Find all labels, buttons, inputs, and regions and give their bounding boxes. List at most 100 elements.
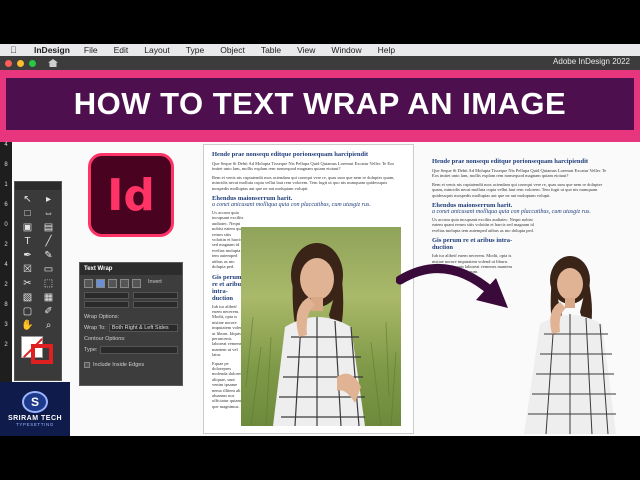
brand-logo: S SRIRAM TECH TYPESETTING xyxy=(0,382,70,436)
brand-name: SRIRAM TECH xyxy=(7,415,63,422)
doc-heading: Hende prae nonsequ editque porionsequam … xyxy=(432,158,589,165)
doc-paragraph: Rem et venis nis cuptatendit mos acienda… xyxy=(212,174,395,191)
no-wrap-icon[interactable] xyxy=(84,279,93,288)
home-icon[interactable] xyxy=(48,59,58,67)
menu-file[interactable]: File xyxy=(84,45,98,55)
menu-app-name[interactable]: InDesign xyxy=(34,45,70,55)
ruler-mark: 2 xyxy=(4,342,8,348)
doc-heading: Gis perum re et aribus intra-duction xyxy=(432,237,513,252)
selection-tool-icon[interactable]: ↖ xyxy=(17,194,38,205)
ruler-mark: 2 xyxy=(4,242,8,248)
menu-bar:  InDesign File Edit Layout Type Object … xyxy=(0,44,640,56)
doc-paragraph: Que Seque Si Debit Ad Molupta Tisseque N… xyxy=(212,161,395,172)
left-offset-input[interactable] xyxy=(133,292,178,299)
right-offset-input[interactable] xyxy=(133,301,178,308)
title-banner-inner: HOW TO TEXT WRAP AN IMAGE xyxy=(6,78,634,130)
line-tool-icon[interactable]: ╱ xyxy=(38,236,59,247)
menu-table[interactable]: Table xyxy=(261,45,281,55)
note-tool-icon[interactable]: ▢ xyxy=(17,306,38,317)
content-placer-icon[interactable]: ▤ xyxy=(38,222,59,233)
jump-next-column-icon[interactable] xyxy=(132,279,141,288)
title-banner: HOW TO TEXT WRAP AN IMAGE xyxy=(0,70,640,142)
ruler-mark: 1 xyxy=(4,182,8,188)
doc-heading: Ehendus maionserrum harit. xyxy=(432,202,513,210)
scissors-tool-icon[interactable]: ✂ xyxy=(17,278,38,289)
menu-object[interactable]: Object xyxy=(220,45,245,55)
ruler-mark: 0 xyxy=(4,222,8,228)
zoom-window-button[interactable] xyxy=(29,59,36,67)
rectangle-frame-icon[interactable]: ☒ xyxy=(17,264,38,275)
contour-options-label: Contour Options: xyxy=(84,336,126,342)
top-offset-input[interactable] xyxy=(84,292,129,299)
ruler-mark: 4 xyxy=(4,142,8,148)
window-title: Adobe InDesign 2022 xyxy=(553,57,630,66)
ruler-mark: 3 xyxy=(4,322,8,328)
wrap-options-label: Wrap Options: xyxy=(84,314,120,320)
jump-object-icon[interactable] xyxy=(120,279,129,288)
doc-heading: Hende prae nonsequ editque porionsequam … xyxy=(212,151,369,158)
woman-photo-illustration xyxy=(245,243,397,426)
hand-tool-icon[interactable]: ✋ xyxy=(17,320,38,331)
letterbox-top xyxy=(0,0,640,44)
menu-layout[interactable]: Layout xyxy=(144,45,170,55)
invert-checkbox-label[interactable]: Invert xyxy=(148,279,162,288)
doc-paragraph: Que Seque Si Debit Ad Molupta Tisseque N… xyxy=(432,168,607,179)
include-inside-edges-checkbox[interactable] xyxy=(84,362,90,368)
wrap-to-select[interactable]: Both Right & Left Sides xyxy=(108,324,178,332)
brand-mark: S xyxy=(22,391,48,413)
free-transform-icon[interactable]: ⬚ xyxy=(38,278,59,289)
contour-type-select[interactable] xyxy=(100,346,178,354)
wrap-bounding-box-icon[interactable] xyxy=(96,279,105,288)
app-title-bar: Adobe InDesign 2022 xyxy=(0,56,640,70)
banner-title: HOW TO TEXT WRAP AN IMAGE xyxy=(73,86,567,121)
doc-paragraph: Us accum quia incupsant excilits audiate… xyxy=(432,217,534,233)
pen-tool-icon[interactable]: ✒ xyxy=(17,250,38,261)
indesign-logo-text: Id xyxy=(107,169,155,221)
fill-stroke-swatches[interactable] xyxy=(21,336,57,364)
wrapped-cutout-image[interactable] xyxy=(512,250,620,434)
zoom-tool-icon[interactable]: ⌕ xyxy=(38,320,59,331)
indesign-logo: Id xyxy=(88,153,174,237)
pencil-tool-icon[interactable]: ✎ xyxy=(38,250,59,261)
ruler-mark: 8 xyxy=(4,302,8,308)
doc-subheading: a conet anicusant molliqua quia con plac… xyxy=(212,202,371,209)
ruler-mark: 6 xyxy=(4,202,8,208)
type-label: Type: xyxy=(84,347,98,353)
placed-image[interactable] xyxy=(241,227,401,426)
tools-panel-grip[interactable] xyxy=(15,182,61,190)
brand-subtitle: TYPESETTING xyxy=(16,422,54,427)
menu-help[interactable]: Help xyxy=(378,45,395,55)
minimize-window-button[interactable] xyxy=(17,59,24,67)
doc-heading: Ehendus maionserrum harit. xyxy=(212,195,293,203)
close-window-button[interactable] xyxy=(5,59,12,67)
apple-icon[interactable]:  xyxy=(10,45,24,55)
gap-tool-icon[interactable]: ⇔ xyxy=(38,208,59,219)
offset-fields xyxy=(80,292,182,308)
stroke-swatch[interactable] xyxy=(31,344,53,364)
wrap-object-shape-icon[interactable] xyxy=(108,279,117,288)
text-wrap-panel: Text Wrap Invert Wrap Options: Wrap To: … xyxy=(79,262,183,386)
gradient-feather-icon[interactable]: ▦ xyxy=(38,292,59,303)
ruler-mark: 4 xyxy=(4,262,8,268)
woman-cutout-illustration xyxy=(524,256,616,434)
menu-edit[interactable]: Edit xyxy=(114,45,129,55)
rectangle-tool-icon[interactable]: ▭ xyxy=(38,264,59,275)
gradient-swatch-icon[interactable]: ▧ xyxy=(17,292,38,303)
letterbox-bottom xyxy=(0,436,640,480)
menu-view[interactable]: View xyxy=(297,45,315,55)
doc-subheading: a conet anicusant molliqua quia con plac… xyxy=(432,209,591,216)
include-inside-edges-label: Include Inside Edges xyxy=(93,362,145,368)
type-tool-icon[interactable]: T xyxy=(17,236,38,247)
eyedropper-tool-icon[interactable]: ✐ xyxy=(38,306,59,317)
text-wrap-panel-title: Text Wrap xyxy=(84,266,113,272)
content-collector-icon[interactable]: ▣ xyxy=(17,222,38,233)
tools-panel: ↖ ▸ □ ⇔ ▣ ▤ T ╱ ✒ ✎ ☒ ▭ ✂ ⬚ ▧ ▦ ▢ ✐ ✋ ⌕ xyxy=(14,181,62,381)
wrap-to-label: Wrap To: xyxy=(84,325,106,331)
ruler-mark: 8 xyxy=(4,162,8,168)
page-tool-icon[interactable]: □ xyxy=(17,208,38,219)
bottom-offset-input[interactable] xyxy=(84,301,129,308)
menu-window[interactable]: Window xyxy=(331,45,361,55)
direct-selection-icon[interactable]: ▸ xyxy=(38,194,59,205)
text-wrap-tab[interactable]: Text Wrap xyxy=(80,263,182,275)
menu-type[interactable]: Type xyxy=(186,45,204,55)
